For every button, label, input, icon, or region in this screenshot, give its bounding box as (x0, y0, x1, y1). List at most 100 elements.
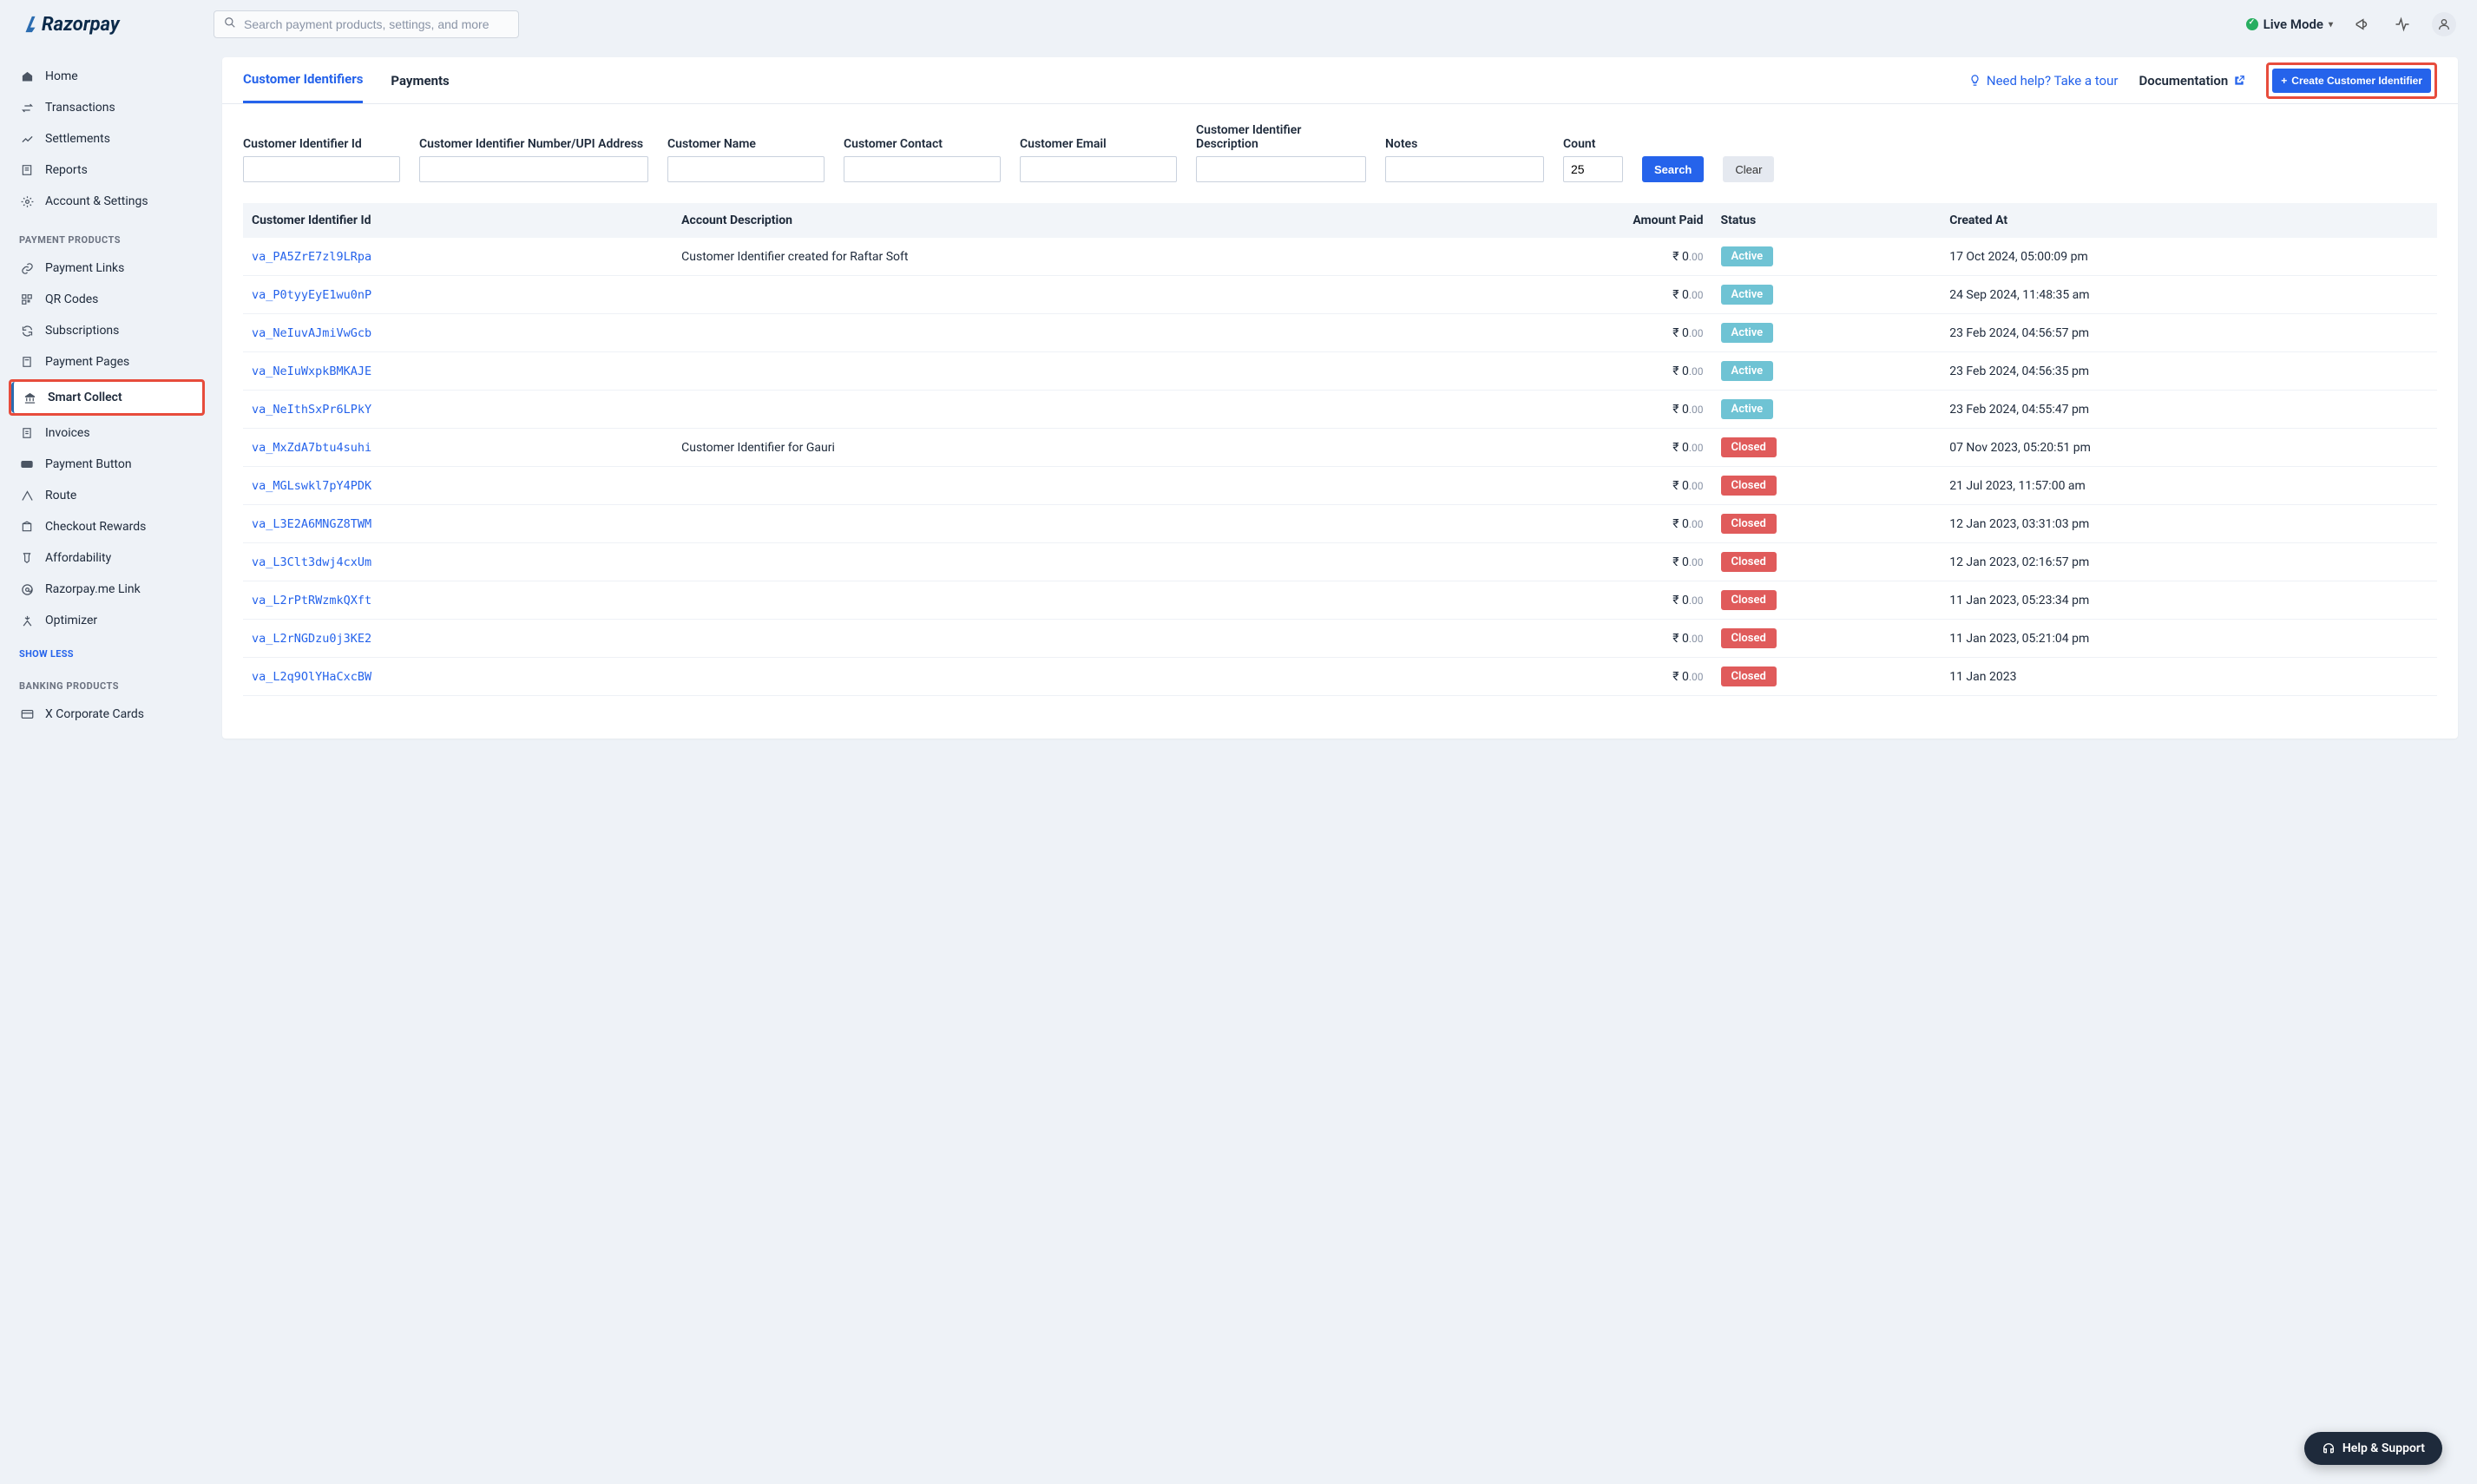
identifier-link[interactable]: va_NeIuWxpkBMKAJE (252, 364, 371, 378)
cell-desc (673, 658, 1437, 696)
filter-input-upi[interactable] (419, 156, 648, 182)
identifier-link[interactable]: va_PA5ZrE7zl9LRpa (252, 250, 371, 264)
smart-collect-highlight: Smart Collect (9, 379, 205, 416)
nav-icon (19, 550, 35, 566)
sidebar-item-reports[interactable]: Reports (9, 154, 205, 186)
create-customer-identifier-button[interactable]: + Create Customer Identifier (2272, 69, 2431, 93)
nav-label: Payment Button (45, 457, 132, 471)
sidebar-item-smart-collect[interactable]: Smart Collect (11, 382, 202, 413)
identifier-link[interactable]: va_NeIthSxPr6LPkY (252, 403, 371, 417)
nav-label: Payment Links (45, 261, 124, 275)
identifier-link[interactable]: va_MGLswkl7pY4PDK (252, 479, 371, 493)
search-button[interactable]: Search (1642, 156, 1704, 182)
help-support-button[interactable]: Help & Support (2304, 1432, 2442, 1465)
filter-input-contact[interactable] (844, 156, 1001, 182)
table-row: va_P0tyyEyE1wu0nP₹ 0.00Active24 Sep 2024… (243, 276, 2437, 314)
need-help-link[interactable]: Need help? Take a tour (1968, 73, 2119, 89)
table-row: va_L2rNGDzu0j3KE2₹ 0.00Closed11 Jan 2023… (243, 620, 2437, 658)
cell-created: 21 Jul 2023, 11:57:00 am (1941, 467, 2437, 505)
sidebar-item-settlements[interactable]: Settlements (9, 123, 205, 154)
filter-input-name[interactable] (667, 156, 825, 182)
nav-label: Route (45, 489, 76, 502)
documentation-label: Documentation (2139, 73, 2228, 89)
tab-payments[interactable]: Payments (391, 59, 449, 102)
sidebar-item-transactions[interactable]: Transactions (9, 92, 205, 123)
table-row: va_PA5ZrE7zl9LRpa Customer Identifier cre… (243, 238, 2437, 276)
tabs-row: Customer Identifiers Payments Need help?… (222, 57, 2458, 104)
identifier-link[interactable]: va_NeIuvAJmiVwGcb (252, 326, 371, 340)
nav-icon (19, 519, 35, 535)
nav-label: Subscriptions (45, 324, 119, 338)
identifier-link[interactable]: va_MxZdA7btu4suhi (252, 441, 371, 455)
filter-input-email[interactable] (1020, 156, 1177, 182)
sidebar-item-payment-button[interactable]: Payment Button (9, 449, 205, 480)
profile-avatar[interactable] (2432, 12, 2456, 36)
identifier-link[interactable]: va_P0tyyEyE1wu0nP (252, 288, 371, 302)
sidebar-item-home[interactable]: Home (9, 61, 205, 92)
sidebar-item-qr-codes[interactable]: QR Codes (9, 284, 205, 315)
nav-label: Reports (45, 163, 88, 177)
filter-label-contact: Customer Contact (844, 137, 1001, 151)
nav-label: Payment Pages (45, 355, 129, 369)
sidebar-item-invoices[interactable]: Invoices (9, 417, 205, 449)
mode-switch[interactable]: Live Mode ▾ (2246, 16, 2333, 32)
sidebar-item-route[interactable]: Route (9, 480, 205, 511)
cell-desc (673, 581, 1437, 620)
cell-status: Closed (1712, 658, 1942, 696)
sidebar-item-affordability[interactable]: Affordability (9, 542, 205, 574)
sidebar-item-account-settings[interactable]: Account & Settings (9, 186, 205, 217)
filter-input-id[interactable] (243, 156, 400, 182)
nav-label: Account & Settings (45, 194, 148, 208)
cell-amount: ₹ 0.00 (1437, 543, 1712, 581)
identifiers-table: Customer Identifier Id Account Descripti… (243, 203, 2437, 696)
cell-created: 12 Jan 2023, 03:31:03 pm (1941, 505, 2437, 543)
activity-icon[interactable] (2392, 14, 2413, 35)
sidebar-section-payment: PAYMENT PRODUCTS (9, 217, 205, 253)
sidebar-item-razorpay-me-link[interactable]: Razorpay.me Link (9, 574, 205, 605)
table-row: va_MGLswkl7pY4PDK ₹ 0.00Closed21 Jul 2023… (243, 467, 2437, 505)
sidebar-item-subscriptions[interactable]: Subscriptions (9, 315, 205, 346)
filter-label-desc: Customer Identifier Description (1196, 123, 1335, 151)
identifier-link[interactable]: va_L2q9OlYHaCxcBW (252, 670, 371, 684)
documentation-link[interactable]: Documentation (2139, 73, 2245, 89)
nav-label: Razorpay.me Link (45, 582, 141, 596)
nav-label: Home (45, 69, 78, 83)
cell-amount: ₹ 0.00 (1437, 391, 1712, 429)
status-badge: Closed (1721, 666, 1777, 686)
cell-created: 23 Feb 2024, 04:56:35 pm (1941, 352, 2437, 391)
clear-button[interactable]: Clear (1723, 156, 1774, 182)
status-badge: Active (1721, 246, 1774, 266)
cell-status: Closed (1712, 620, 1942, 658)
identifier-link[interactable]: va_L2rPtRWzmkQXft (252, 594, 371, 607)
cell-desc (673, 505, 1437, 543)
search-input[interactable] (214, 10, 519, 38)
tab-customer-identifiers[interactable]: Customer Identifiers (243, 57, 363, 103)
sidebar-item-checkout-rewards[interactable]: Checkout Rewards (9, 511, 205, 542)
external-link-icon (2233, 75, 2245, 87)
identifier-link[interactable]: va_L3Clt3dwj4cxUm (252, 555, 371, 569)
filter-label-name: Customer Name (667, 137, 825, 151)
table-row: va_L2rPtRWzmkQXft₹ 0.00Closed11 Jan 2023… (243, 581, 2437, 620)
content-panel: Customer Identifiers Payments Need help?… (222, 57, 2458, 739)
table-row: va_NeIthSxPr6LPkY₹ 0.00Active23 Feb 2024… (243, 391, 2437, 429)
show-less-toggle[interactable]: SHOW LESS (9, 636, 205, 663)
sidebar-item-payment-links[interactable]: Payment Links (9, 253, 205, 284)
sidebar-item-x-corporate-cards[interactable]: X Corporate Cards (9, 699, 205, 730)
nav-icon (19, 292, 35, 307)
brand-logo[interactable]: Razorpay (21, 14, 214, 36)
filter-input-count[interactable] (1563, 156, 1623, 182)
filter-input-desc[interactable] (1196, 156, 1366, 182)
filter-input-notes[interactable] (1385, 156, 1544, 182)
nav-icon (19, 323, 35, 338)
cell-desc: Customer Identifier created for Raftar S… (673, 238, 1437, 276)
sidebar-item-payment-pages[interactable]: Payment Pages (9, 346, 205, 378)
sidebar-item-optimizer[interactable]: Optimizer (9, 605, 205, 636)
identifier-link[interactable]: va_L2rNGDzu0j3KE2 (252, 632, 371, 646)
nav-label: Optimizer (45, 614, 97, 627)
cell-amount: ₹ 0.00 (1437, 658, 1712, 696)
cell-amount: ₹ 0.00 (1437, 467, 1712, 505)
announcements-icon[interactable] (2352, 14, 2373, 35)
identifier-link[interactable]: va_L3E2A6MNGZ8TWM (252, 517, 371, 531)
status-badge: Closed (1721, 437, 1777, 457)
cell-status: Closed (1712, 467, 1942, 505)
